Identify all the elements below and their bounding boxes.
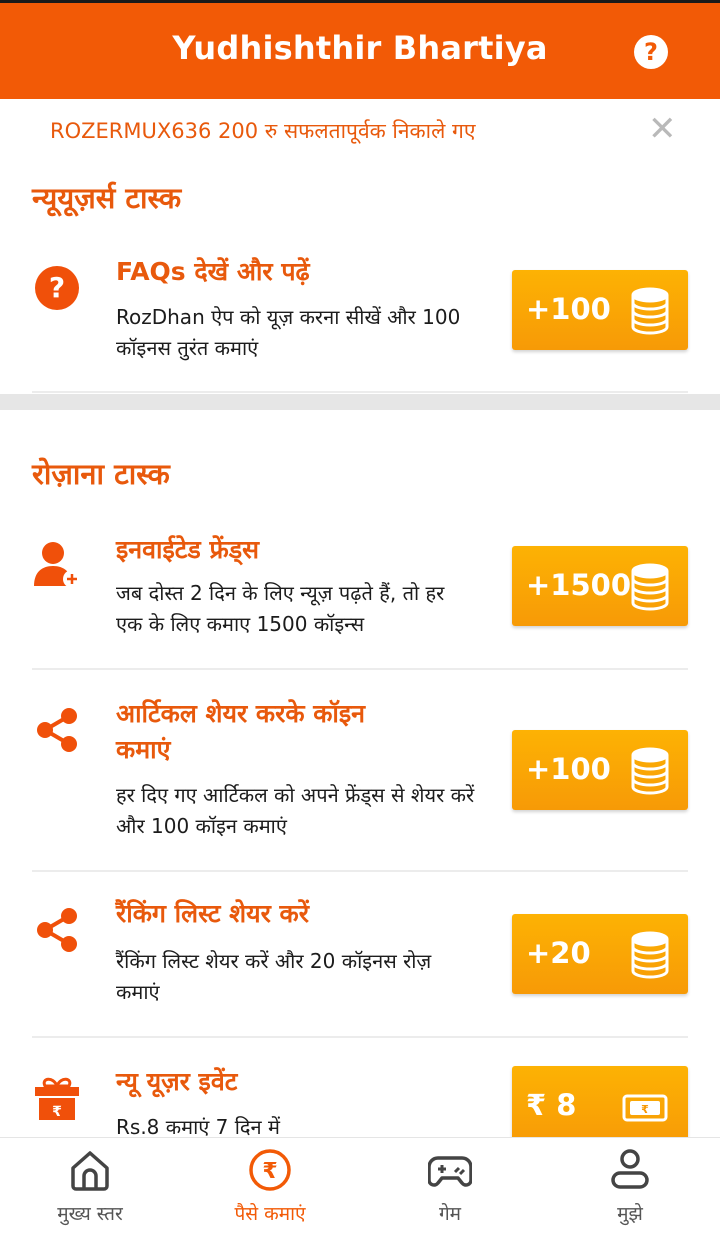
header-title: Yudhishthir Bhartiya bbox=[172, 29, 548, 67]
nav-label: पैसे कमाएं bbox=[234, 1203, 306, 1225]
reward-label: ₹ 8 bbox=[526, 1088, 577, 1122]
question-circle-icon: ? bbox=[35, 266, 79, 310]
svg-text:₹: ₹ bbox=[52, 1104, 62, 1120]
task-title: आर्टिकल शेयर करके कॉइन कमाएं bbox=[116, 699, 366, 764]
coin-stack-icon bbox=[631, 287, 669, 335]
task-description: हर दिए गए आर्टिकल को अपने फ्रेंड्स से शे… bbox=[116, 783, 475, 838]
nav-earn-money[interactable]: ₹ पैसे कमाएं bbox=[180, 1138, 360, 1233]
rupee-icon: ₹ bbox=[249, 1149, 291, 1191]
app-header: Yudhishthir Bhartiya ? bbox=[0, 3, 720, 99]
add-user-icon bbox=[34, 542, 81, 588]
coin-stack-icon bbox=[631, 563, 669, 611]
banknote-icon: ₹ bbox=[622, 1094, 668, 1122]
reward-label: +100 bbox=[526, 752, 611, 786]
task-title: रैंकिंग लिस्ट शेयर करें bbox=[116, 899, 309, 928]
bottom-navigation: मुख्य स्तर ₹ पैसे कमाएं गेम मुझे bbox=[0, 1137, 720, 1233]
divider bbox=[32, 870, 688, 872]
share-icon bbox=[37, 908, 77, 952]
profile-icon bbox=[611, 1149, 649, 1189]
reward-button[interactable]: +100 bbox=[512, 270, 688, 350]
nav-home[interactable]: मुख्य स्तर bbox=[0, 1138, 180, 1233]
nav-label: मुख्य स्तर bbox=[57, 1203, 123, 1225]
svg-text:?: ? bbox=[49, 271, 65, 304]
section-title-new-users: न्यूयूज़र्स टास्क bbox=[32, 181, 182, 215]
notice-text: ROZERMUX636 200 रु सफलतापूर्वक निकाले गए bbox=[50, 119, 476, 143]
task-title: न्यू यूज़र इवेंट bbox=[116, 1067, 238, 1096]
nav-me[interactable]: मुझे bbox=[540, 1138, 720, 1233]
task-title: FAQs देखें और पढ़ें bbox=[116, 257, 310, 286]
task-description: रैंकिंग लिस्ट शेयर करें और 20 कॉइनस रोज़… bbox=[116, 949, 432, 1004]
nav-label: मुझे bbox=[617, 1203, 643, 1225]
reward-label: +100 bbox=[526, 292, 611, 326]
gamepad-icon bbox=[428, 1156, 472, 1187]
section-gap bbox=[0, 394, 720, 410]
svg-text:₹: ₹ bbox=[262, 1159, 277, 1184]
reward-label: +20 bbox=[526, 936, 591, 970]
reward-button[interactable]: ₹ 8 ₹ bbox=[512, 1066, 688, 1146]
share-icon bbox=[37, 708, 77, 752]
divider bbox=[32, 668, 688, 670]
reward-label: +1500 bbox=[526, 568, 632, 602]
reward-button[interactable]: +100 bbox=[512, 730, 688, 810]
help-button[interactable]: ? bbox=[634, 35, 668, 69]
nav-label: गेम bbox=[438, 1203, 462, 1225]
divider bbox=[32, 391, 688, 393]
coin-stack-icon bbox=[631, 931, 669, 979]
task-description: जब दोस्त 2 दिन के लिए न्यूज़ पढ़ते हैं, … bbox=[116, 581, 445, 636]
svg-text:₹: ₹ bbox=[641, 1103, 649, 1116]
task-title: इनवाईटेड फ्रेंड्स bbox=[116, 535, 260, 564]
reward-button[interactable]: +20 bbox=[512, 914, 688, 994]
section-title-daily: रोज़ाना टास्क bbox=[32, 457, 170, 491]
gift-icon: ₹ bbox=[35, 1077, 79, 1120]
coin-stack-icon bbox=[631, 747, 669, 795]
reward-button[interactable]: +1500 bbox=[512, 546, 688, 626]
task-description: RozDhan ऐप को यूज़ करना सीखें और 100 कॉइ… bbox=[116, 305, 461, 360]
home-icon bbox=[71, 1151, 109, 1191]
withdrawal-notice-banner: ROZERMUX636 200 रु सफलतापूर्वक निकाले गए bbox=[0, 99, 720, 163]
close-icon[interactable]: ✕ bbox=[648, 112, 677, 146]
nav-games[interactable]: गेम bbox=[360, 1138, 540, 1233]
divider bbox=[32, 1036, 688, 1038]
